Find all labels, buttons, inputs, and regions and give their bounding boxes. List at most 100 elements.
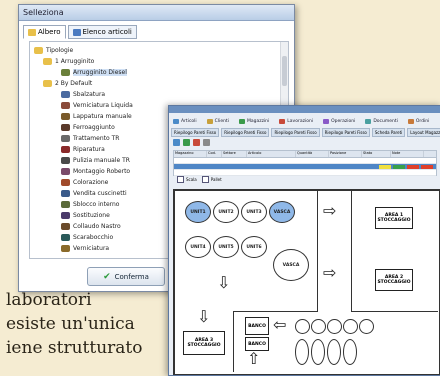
layout-tab-strip: Riepilogo Pareti Fisso Riepilogo Pareti F… — [171, 128, 440, 137]
tree-node[interactable]: Montaggio Roberto — [61, 167, 130, 175]
machine-unit2[interactable]: UNIT2 — [213, 201, 239, 223]
tree-node-label: Sbalzatura — [73, 90, 106, 98]
pallet-position[interactable] — [295, 319, 310, 334]
grid-column-header[interactable]: Cod. — [207, 151, 222, 157]
tab-elenco-articoli[interactable]: Elenco articoli — [67, 25, 137, 39]
status-legend — [379, 165, 433, 169]
tree-node-label: Scarabocchio — [73, 233, 114, 241]
tree-node[interactable]: Verniciatura Liquida — [61, 101, 133, 109]
tree-node[interactable]: Trattamento TR — [61, 134, 119, 142]
tree-node[interactable]: Tipologie — [34, 46, 73, 54]
tree-node[interactable]: Scarabocchio — [61, 233, 113, 241]
tool-icon — [61, 123, 70, 131]
filters-bar: Scala Pallet — [177, 176, 222, 183]
tree-node[interactable]: Collaudo Nastro — [61, 222, 121, 230]
machine-vasca-big[interactable]: VASCA — [273, 249, 309, 281]
tree-node[interactable]: Sblocco interno — [61, 200, 119, 208]
tree-node[interactable]: Colorazione — [61, 178, 108, 186]
tree-icon — [28, 28, 36, 36]
tree-node[interactable]: Pulizia manuale TR — [61, 156, 130, 164]
delete-icon[interactable] — [193, 139, 200, 146]
edit-icon[interactable] — [183, 139, 190, 146]
grid-column-header[interactable]: Quantità — [296, 151, 329, 157]
pallet-position[interactable] — [359, 319, 374, 334]
menu-item[interactable]: Documenti — [365, 118, 398, 124]
pallet-position[interactable] — [343, 319, 358, 334]
status-color-swatch — [393, 165, 405, 169]
banco-box-2[interactable]: BANCO — [245, 337, 269, 351]
confirm-button[interactable]: ✔ Conferma — [87, 267, 165, 286]
machine-vasca[interactable]: VASCA — [269, 201, 295, 223]
grid-column-header[interactable]: Posizione — [329, 151, 362, 157]
tab[interactable]: Riepilogo Pareti Fisso — [271, 128, 320, 137]
tree-node[interactable]: Vendita cuscinetti — [61, 189, 127, 197]
pallet-position[interactable] — [295, 339, 309, 365]
menu-item[interactable]: Articoli — [173, 118, 197, 124]
tool-icon — [61, 167, 70, 175]
menu-item-label: Ordini — [415, 118, 430, 124]
tree-node[interactable]: 1 Arrugginito — [43, 57, 94, 65]
background-text-line-1: laboratori — [6, 290, 92, 310]
tree-node[interactable]: Riparatura — [61, 145, 105, 153]
tree-dialog-tabs: Albero Elenco articoli — [23, 25, 137, 39]
tab[interactable]: Riepilogo Pareti Fisso — [321, 128, 370, 137]
menu-item[interactable]: Clienti — [206, 118, 229, 124]
scroll-grip[interactable] — [282, 56, 287, 86]
tool-icon — [61, 90, 70, 98]
machine-unit5[interactable]: UNIT5 — [213, 236, 239, 258]
pallet-position[interactable] — [327, 339, 341, 365]
grid-column-header[interactable]: Articolo — [247, 151, 296, 157]
tab-albero-label: Albero — [38, 28, 61, 36]
filter-pallet[interactable]: Pallet — [201, 176, 222, 183]
pallet-position[interactable] — [311, 339, 325, 365]
area1-stoccaggio[interactable]: AREA 1 STOCCAGGIO — [375, 207, 413, 229]
menu-item[interactable]: Operazioni — [323, 118, 355, 124]
grid-column-header[interactable]: Stato — [362, 151, 391, 157]
tab-albero[interactable]: Albero — [23, 25, 66, 39]
tool-icon — [61, 189, 70, 197]
filter-scala[interactable]: Scala — [177, 176, 197, 183]
tab[interactable]: Riepilogo Pareti Fisso — [221, 128, 270, 137]
tab[interactable]: Riepilogo Pareti Fisso — [171, 128, 220, 137]
print-icon[interactable] — [203, 139, 210, 146]
grid-column-header[interactable]: Settore — [222, 151, 247, 157]
menu-item[interactable]: Lavorazioni — [279, 118, 313, 124]
tool-icon — [61, 244, 70, 252]
area3-stoccaggio[interactable]: AREA 3 STOCCAGGIO — [183, 331, 225, 355]
pallet-position[interactable] — [311, 319, 326, 334]
layout-window: Articoli Clienti Magazzini Lavorazioni Opera… — [168, 105, 440, 376]
grid-column-header[interactable]: Note — [391, 151, 424, 157]
tree-node[interactable]: Lappatura manuale — [61, 112, 132, 120]
banco-box-1[interactable]: BANCO — [245, 317, 269, 335]
checkbox-icon[interactable] — [201, 176, 209, 183]
area2-stoccaggio[interactable]: AREA 2 STOCCAGGIO — [375, 269, 413, 291]
tree-node[interactable]: Sostituzione — [61, 211, 110, 219]
tree-node[interactable]: 2 By Default — [43, 79, 92, 87]
tab[interactable]: Layout Magazzino — [407, 128, 440, 137]
status-color-swatch — [421, 165, 433, 169]
machine-unit6[interactable]: UNIT6 — [241, 236, 267, 258]
area3-subtitle: STOCCAGGIO — [187, 343, 221, 348]
machine-unit1[interactable]: UNIT1 — [185, 201, 211, 223]
tree-node[interactable]: Verniciatura — [61, 244, 109, 252]
tab[interactable]: Scheda Pareti — [371, 128, 406, 137]
arrow-down-icon: ⇩ — [197, 307, 211, 326]
menu-item[interactable]: Ordini — [407, 118, 430, 124]
tree-node[interactable]: Sbalzatura — [61, 90, 105, 98]
grid-column-header[interactable]: Magazzino — [174, 151, 207, 157]
tree-node-label: Verniciatura Liquida — [73, 101, 133, 109]
menu-item[interactable]: Magazzini — [238, 118, 269, 124]
machine-unit3[interactable]: UNIT3 — [241, 201, 267, 223]
new-icon[interactable] — [173, 139, 180, 146]
menu-icon — [323, 118, 330, 124]
tree-node[interactable]: Ferroaggiunto — [61, 123, 115, 131]
check-icon: ✔ — [103, 271, 111, 282]
pallet-position[interactable] — [327, 319, 342, 334]
checkbox-icon[interactable] — [177, 176, 184, 183]
tree-node-label: Tipologie — [46, 46, 74, 54]
tool-icon — [61, 178, 70, 186]
machine-unit4[interactable]: UNIT4 — [185, 236, 211, 258]
tree-node[interactable]: Arrugginito Diesel — [61, 68, 127, 76]
grid-header: Magazzino Cod. Settore Articolo Quantità Posi… — [174, 151, 436, 158]
pallet-position[interactable] — [343, 339, 357, 365]
